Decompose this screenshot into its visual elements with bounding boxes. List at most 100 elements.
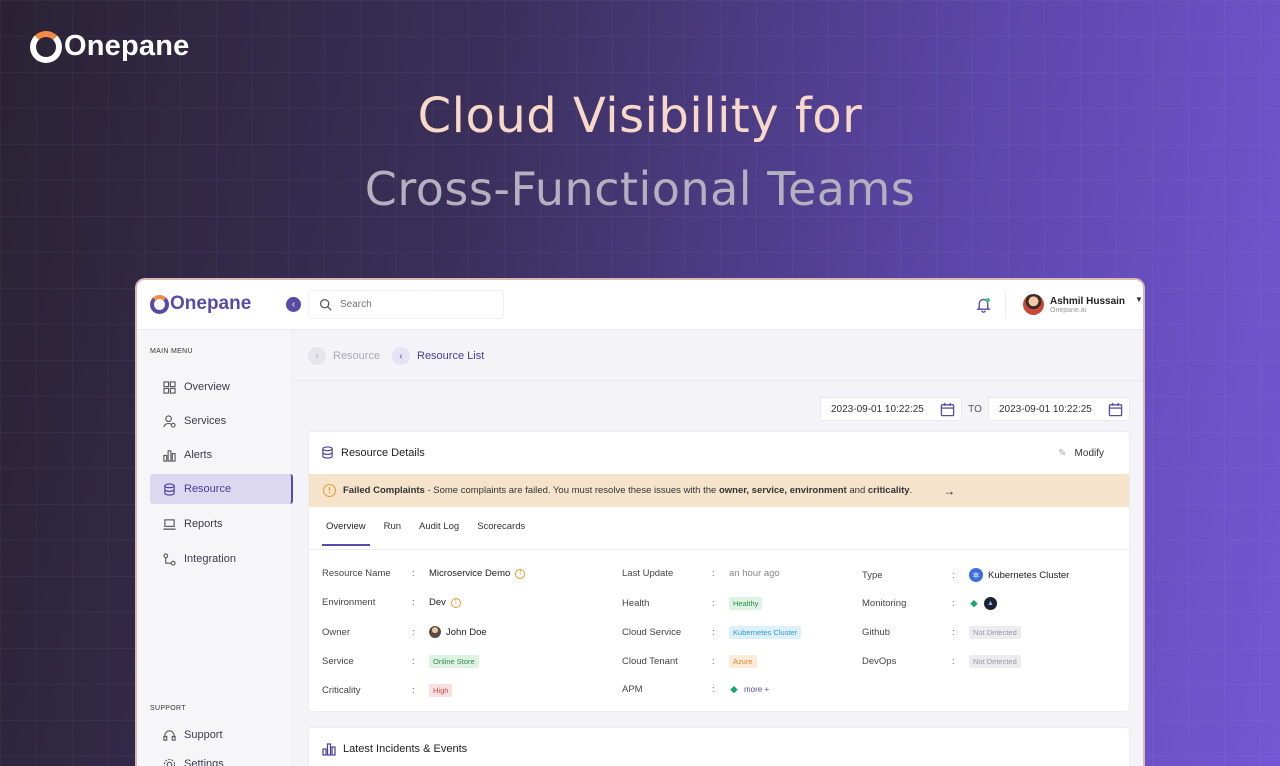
search-box[interactable] (308, 290, 504, 319)
gear-icon (163, 758, 176, 766)
field-value: Not Detected (969, 626, 1021, 639)
sidebar-item-services[interactable]: Services (150, 406, 293, 436)
date-range-picker: 2023-09-01 10:22:25 TO 2023-09-01 10:22:… (820, 397, 1130, 421)
banner-text-b: and (846, 485, 868, 496)
criticality-tag: High (429, 684, 453, 697)
field-owner: Owner : John Doe (322, 626, 487, 638)
resource-name-value: Microservice Demo (429, 568, 511, 579)
hero-heading: Cloud Visibility for Cross-Functional Te… (0, 88, 1280, 216)
tab-audit-log[interactable]: Audit Log (415, 521, 463, 546)
grid-icon (163, 380, 176, 394)
field-monitoring: Monitoring : ◆ ▲ (862, 597, 997, 610)
field-colon: : (712, 656, 715, 667)
integration-icon (163, 552, 176, 566)
field-colon: : (712, 568, 715, 579)
user-menu[interactable]: Ashmil Hussain Onepane.ai ▼ (1023, 294, 1143, 315)
github-tag: Not Detected (969, 626, 1021, 639)
search-icon (319, 298, 332, 311)
field-colon: : (412, 568, 415, 579)
field-colon: : (712, 627, 715, 638)
arrow-right-icon[interactable]: → (943, 484, 955, 498)
chevron-left-icon: ‹ (291, 299, 296, 310)
field-label: Health (622, 598, 650, 609)
field-value: ✲ Kubernetes Cluster (969, 568, 1069, 582)
sidebar-item-support[interactable]: Support (150, 720, 293, 750)
bar-chart-icon (322, 743, 336, 756)
bar-chart-icon (163, 449, 176, 462)
banner-text-a: - Some complaints are failed. You must r… (424, 485, 719, 496)
avatar (1023, 294, 1044, 315)
card-title: Resource Details (321, 446, 425, 459)
sidebar-item-reports[interactable]: Reports (150, 509, 293, 539)
field-colon: : (412, 626, 415, 638)
field-label: APM (622, 684, 643, 695)
modify-label: Modify (1074, 448, 1104, 459)
sidebar-collapse-button[interactable]: ‹ (286, 297, 301, 312)
calendar-icon[interactable] (1108, 402, 1123, 417)
sidebar-item-label: Resource (184, 483, 232, 495)
date-to-field[interactable]: 2023-09-01 10:22:25 (988, 397, 1130, 421)
calendar-icon[interactable] (940, 402, 955, 417)
banner-bold-2: owner, service, environment (718, 485, 847, 496)
date-from-field[interactable]: 2023-09-01 10:22:25 (820, 397, 962, 421)
last-update-value: an hour ago (729, 568, 780, 579)
banner-bold: Failed Complaints (343, 485, 425, 496)
sidebar-item-label: Settings (184, 758, 224, 766)
field-cloud-tenant: Cloud Tenant : Azure (622, 655, 757, 668)
info-icon: ! (515, 568, 526, 579)
sidebar-item-resource[interactable]: Resource (150, 474, 293, 504)
service-tag[interactable]: Online Store (429, 655, 479, 668)
tab-scorecards[interactable]: Scorecards (473, 521, 529, 546)
headset-icon (163, 729, 176, 741)
field-github: Github : Not Detected (862, 626, 1021, 639)
breadcrumb-label: Resource (333, 350, 381, 362)
devops-tag: Not Detected (969, 655, 1021, 668)
sidebar-item-settings[interactable]: Settings (150, 749, 293, 766)
tab-overview[interactable]: Overview (322, 521, 370, 546)
chevron-left-icon: ‹ (308, 347, 326, 365)
field-value: Azure (729, 655, 757, 668)
support-label: SUPPORT (150, 705, 186, 712)
field-label: DevOps (862, 656, 897, 667)
sidebar-item-integration[interactable]: Integration (150, 544, 293, 574)
field-apm: APM : ◆ more + (622, 684, 769, 695)
field-resource-name: Resource Name : Microservice Demo! (322, 568, 526, 579)
sidebar-item-label: Services (184, 415, 227, 427)
monitoring-tool-icon: ▲ (984, 597, 997, 610)
breadcrumb-resource-list[interactable]: ‹ Resource List (392, 347, 484, 365)
banner-text-c: . (909, 485, 913, 496)
search-input[interactable] (340, 299, 490, 310)
type-value: Kubernetes Cluster (988, 569, 1070, 581)
app-logo[interactable]: Onepane (150, 293, 251, 315)
topbar-divider (1005, 292, 1006, 318)
field-label: Last Update (622, 568, 674, 579)
newrelic-icon: ◆ (730, 684, 738, 694)
modify-button[interactable]: ✎ Modify (1058, 448, 1104, 459)
sidebar-item-alerts[interactable]: Alerts (150, 440, 293, 470)
field-label: Cloud Tenant (622, 656, 678, 667)
brand-name: Onepane (64, 30, 190, 62)
breadcrumb: ‹ Resource ‹ Resource List (294, 330, 1143, 381)
breadcrumb-label: Resource List (417, 350, 485, 362)
card-title-text: Latest Incidents & Events (343, 743, 468, 755)
field-value: John Doe (429, 626, 487, 638)
chevron-left-icon: ‹ (392, 347, 410, 365)
database-icon (322, 446, 333, 459)
field-value: Healthy (729, 597, 763, 610)
avatar (429, 626, 441, 638)
field-health: Health : Healthy (622, 597, 763, 610)
field-value: Online Store (429, 655, 479, 668)
laptop-icon (163, 518, 176, 530)
tab-run[interactable]: Run (380, 521, 405, 546)
field-value: Kubernetes Cluster (729, 626, 802, 639)
field-colon: : (412, 597, 415, 608)
sidebar: MAIN MENU Overview Services Alerts Resou… (137, 330, 293, 766)
sidebar-item-label: Support (184, 729, 223, 741)
notification-bell-icon[interactable] (975, 296, 992, 313)
field-value: ◆ ▲ (969, 597, 997, 610)
more-link[interactable]: more + (744, 685, 769, 694)
breadcrumb-resource[interactable]: ‹ Resource (308, 347, 380, 365)
banner-bold-3: criticality (867, 485, 910, 496)
sidebar-item-overview[interactable]: Overview (150, 372, 293, 402)
field-label: Resource Name (322, 568, 391, 579)
